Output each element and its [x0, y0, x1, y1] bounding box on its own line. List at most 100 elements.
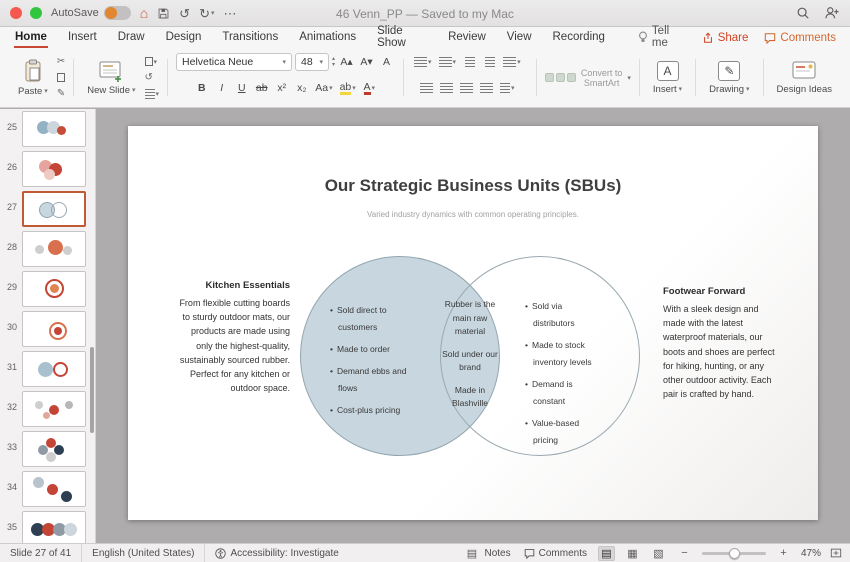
tab-design[interactable]: Design — [165, 27, 203, 48]
slide-title[interactable]: Our Strategic Business Units (SBUs) — [128, 176, 818, 196]
presence-people-icon[interactable] — [824, 6, 840, 20]
cut-button[interactable]: ✂ — [57, 55, 65, 69]
slide-thumbnail-29[interactable]: 29 — [0, 269, 95, 309]
paragraph-row-2: ▾ — [418, 77, 517, 99]
slide-sorter-view-button[interactable]: ▦ — [624, 546, 641, 561]
language-indicator[interactable]: English (United States) — [82, 544, 205, 562]
insert-button[interactable]: A Insert▾ — [648, 59, 687, 97]
decrease-indent-button[interactable] — [461, 54, 478, 71]
autosave-toggle[interactable] — [104, 6, 131, 20]
section-button[interactable]: ▾ — [145, 87, 160, 101]
drawing-button[interactable]: ✎ Drawing▾ — [704, 59, 754, 97]
tab-transitions[interactable]: Transitions — [221, 27, 279, 48]
reading-view-button[interactable]: ▧ — [650, 546, 667, 561]
footwear-forward-textblock[interactable]: Footwear Forward With a sleek design and… — [663, 284, 775, 402]
share-button[interactable]: Share — [702, 32, 749, 44]
align-right-button[interactable] — [458, 80, 475, 97]
font-size-select[interactable]: 48 ▾ — [295, 53, 329, 71]
design-ideas-button[interactable]: Design Ideas — [772, 59, 837, 97]
subscript-button[interactable]: x₂ — [293, 80, 310, 97]
fullscreen-button[interactable] — [30, 7, 42, 19]
slide-thumbnail-26[interactable]: 26 — [0, 149, 95, 189]
slide-thumbnail-35[interactable]: 35 — [0, 509, 95, 543]
change-case-button[interactable]: Aa▾ — [313, 80, 334, 97]
save-icon[interactable] — [157, 7, 170, 20]
toolbar-separator — [167, 59, 168, 96]
tab-recording[interactable]: Recording — [552, 27, 606, 48]
close-button[interactable] — [10, 7, 22, 19]
slide-position[interactable]: Slide 27 of 41 — [0, 544, 82, 562]
font-size-stepper[interactable]: ▴ ▾ — [332, 56, 335, 68]
align-left-button[interactable] — [418, 80, 435, 97]
search-icon[interactable] — [796, 6, 810, 20]
tab-animations[interactable]: Animations — [298, 27, 357, 48]
normal-view-button[interactable]: ▤ — [598, 546, 615, 561]
reset-button[interactable]: ↺ — [145, 71, 160, 85]
italic-button[interactable]: I — [213, 80, 230, 97]
venn-overlap-items[interactable]: Rubber is the main raw material Sold und… — [438, 298, 502, 420]
line-spacing-button[interactable]: ▾ — [501, 54, 523, 71]
clear-formatting-button[interactable]: A — [378, 54, 395, 71]
comments-toggle[interactable]: Comments — [522, 548, 589, 559]
slide-thumbnail-30[interactable]: 30 — [0, 309, 95, 349]
redo-icon[interactable]: ↻▾ — [199, 7, 214, 20]
more-commands-icon[interactable]: ⋯ — [224, 7, 237, 20]
superscript-button[interactable]: x² — [273, 80, 290, 97]
new-slide-button[interactable]: New Slide▾ — [82, 58, 140, 98]
zoom-out-button[interactable]: − — [676, 546, 693, 561]
text-highlight-button[interactable]: ab▾ — [338, 80, 358, 97]
zoom-in-button[interactable]: + — [775, 546, 792, 561]
layout-button[interactable]: ▾ — [145, 55, 160, 69]
align-center-button[interactable] — [438, 80, 455, 97]
tab-draw[interactable]: Draw — [117, 27, 146, 48]
text-direction-button[interactable]: ▾ — [498, 80, 517, 97]
slide-thumbnail-31[interactable]: 31 — [0, 349, 95, 389]
comments-button[interactable]: Comments — [764, 32, 836, 44]
slide-thumbnail-32[interactable]: 32 — [0, 389, 95, 429]
slide-thumbnail-25[interactable]: 25 — [0, 109, 95, 149]
slide-27[interactable]: Our Strategic Business Units (SBUs) Vari… — [128, 126, 818, 520]
convert-to-smartart-button[interactable]: Convert toSmartArt ▾ — [545, 68, 631, 88]
justify-button[interactable] — [478, 80, 495, 97]
zoom-slider[interactable] — [702, 552, 766, 555]
venn-left-items[interactable]: Sold direct to customers Made to order D… — [330, 302, 414, 424]
font-name-select[interactable]: Helvetica Neue ▾ — [176, 53, 292, 71]
slide-thumbnail-28[interactable]: 28 — [0, 229, 95, 269]
font-color-button[interactable]: A▾ — [361, 80, 378, 97]
slide-thumbnail-27-selected[interactable]: 27 — [0, 189, 95, 229]
bullets-caret-icon: ▾ — [428, 58, 432, 66]
copy-button[interactable] — [57, 71, 65, 85]
tab-insert[interactable]: Insert — [67, 27, 98, 48]
accessibility-status[interactable]: Accessibility: Investigate — [205, 544, 348, 562]
slide-thumbnail-34[interactable]: 34 — [0, 469, 95, 509]
zoom-level[interactable]: 47% — [801, 548, 821, 559]
sidebar-scrollbar[interactable] — [90, 347, 94, 433]
paste-button[interactable]: Paste▾ — [13, 57, 53, 99]
increase-font-button[interactable]: A▴ — [338, 54, 355, 71]
bold-button[interactable]: B — [193, 80, 210, 97]
tab-home[interactable]: Home — [14, 27, 48, 48]
undo-icon[interactable]: ↺ — [179, 7, 190, 20]
section-caret-icon: ▾ — [156, 90, 160, 98]
slide-thumbnail-33[interactable]: 33 — [0, 429, 95, 469]
home-icon[interactable]: ⌂ — [140, 6, 148, 20]
tab-tell-me[interactable]: Tell me — [637, 27, 683, 48]
decrease-font-button[interactable]: A▾ — [358, 54, 375, 71]
strikethrough-icon: ab — [256, 82, 268, 94]
notes-toggle[interactable]: ▤ Notes — [462, 546, 513, 561]
underline-icon: U — [238, 82, 246, 94]
venn-right-items[interactable]: Sold via distributors Made to stock inve… — [525, 298, 603, 454]
slide-subtitle[interactable]: Varied industry dynamics with common ope… — [128, 210, 818, 219]
zoom-slider-knob[interactable] — [729, 548, 740, 559]
fit-slide-to-window-button[interactable] — [830, 547, 842, 559]
bullets-button[interactable]: ▾ — [412, 54, 434, 71]
underline-button[interactable]: U — [233, 80, 250, 97]
increase-indent-button[interactable] — [481, 54, 498, 71]
strikethrough-button[interactable]: ab — [253, 80, 270, 97]
tab-review[interactable]: Review — [447, 27, 487, 48]
tab-slide-show[interactable]: Slide Show — [376, 27, 428, 48]
format-painter-button[interactable]: ✎ — [57, 87, 65, 101]
tab-view[interactable]: View — [506, 27, 533, 48]
kitchen-essentials-textblock[interactable]: Kitchen Essentials From flexible cutting… — [178, 278, 290, 396]
numbering-button[interactable]: ▾ — [437, 54, 459, 71]
